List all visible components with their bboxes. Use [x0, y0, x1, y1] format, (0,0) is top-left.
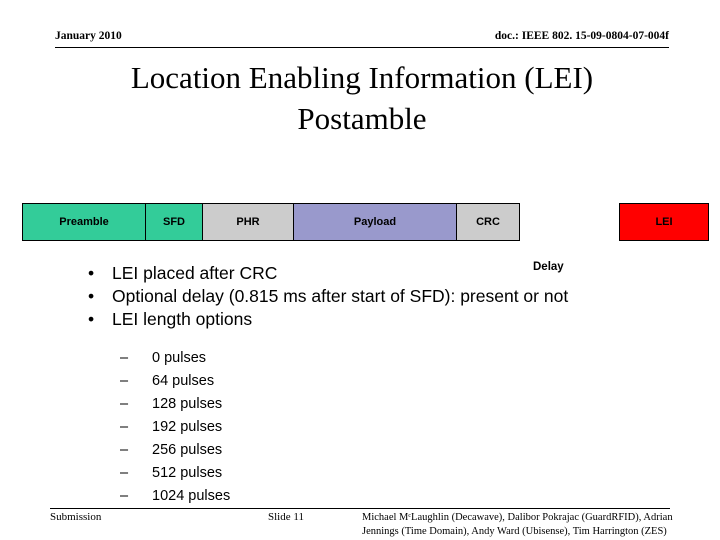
page-title-line2: Postamble — [297, 100, 427, 136]
bullet-marker: – — [120, 488, 129, 504]
list-item: – 256 pulses — [116, 439, 536, 462]
footer-slide-number: Slide 11 — [268, 511, 304, 523]
bullet-list-level1: • LEI placed after CRC • Optional delay … — [84, 262, 684, 331]
list-item-label: Optional delay (0.815 ms after start of … — [112, 286, 569, 306]
list-item: – 0 pulses — [116, 347, 536, 370]
list-item: – 128 pulses — [116, 393, 536, 416]
frame-cell-crc: CRC — [456, 203, 520, 241]
slide: January 2010 doc.: IEEE 802. 15-09-0804-… — [0, 0, 720, 540]
list-item: – 192 pulses — [116, 416, 536, 439]
list-item-label: LEI length options — [112, 309, 253, 329]
footer-divider — [50, 508, 670, 509]
page-title: Location Enabling Information (LEI) Post… — [55, 58, 669, 140]
bullet-marker: – — [120, 373, 129, 389]
bullet-marker: – — [120, 396, 129, 412]
bullet-marker: • — [88, 309, 95, 329]
list-item: • LEI length options — [84, 308, 684, 331]
list-item-label: 512 pulses — [152, 465, 223, 481]
list-item: – 64 pulses — [116, 370, 536, 393]
list-item: – 512 pulses — [116, 462, 536, 485]
bullet-marker: – — [120, 442, 129, 458]
list-item-label: 192 pulses — [152, 419, 223, 435]
frame-cell-payload: Payload — [293, 203, 457, 241]
frame-structure-diagram: Preamble SFD PHR Payload CRC LEI — [22, 203, 709, 241]
footer-authors-line1: Michael MᶜLaughlin (Decawave), Dalibor P… — [362, 512, 673, 523]
bullet-marker: – — [120, 419, 129, 435]
list-item: • Optional delay (0.815 ms after start o… — [84, 285, 684, 308]
page-title-line1: Location Enabling Information (LEI) — [130, 60, 594, 95]
frame-cell-preamble: Preamble — [22, 203, 146, 241]
footer-authors-line2: Jennings (Time Domain), Andy Ward (Ubise… — [362, 526, 667, 537]
header-divider — [55, 47, 669, 48]
frame-cell-phr: PHR — [202, 203, 294, 241]
frame-cell-delay-gap — [519, 203, 620, 241]
list-item-label: 64 pulses — [152, 373, 215, 389]
frame-cell-sfd: SFD — [145, 203, 203, 241]
bullet-list-level2: – 0 pulses – 64 pulses – 128 pulses – 19… — [116, 347, 536, 508]
list-item-label: 0 pulses — [152, 350, 207, 366]
bullet-marker: • — [88, 286, 95, 306]
bullet-marker: • — [88, 263, 95, 283]
footer-authors: Michael MᶜLaughlin (Decawave), Dalibor P… — [362, 511, 718, 539]
header-date: January 2010 — [55, 30, 122, 42]
bullet-marker: – — [120, 350, 129, 366]
list-item: – 1024 pulses — [116, 485, 536, 508]
frame-cell-lei: LEI — [619, 203, 709, 241]
header-doc-id: doc.: IEEE 802. 15-09-0804-07-004f — [494, 30, 669, 42]
footer-submission-label: Submission — [50, 511, 102, 523]
list-item-label: 128 pulses — [152, 396, 223, 412]
list-item-label: 256 pulses — [152, 442, 223, 458]
list-item-label: 1024 pulses — [152, 488, 231, 504]
list-item: • LEI placed after CRC — [84, 262, 684, 285]
list-item-label: LEI placed after CRC — [112, 263, 278, 283]
bullet-marker: – — [120, 465, 129, 481]
